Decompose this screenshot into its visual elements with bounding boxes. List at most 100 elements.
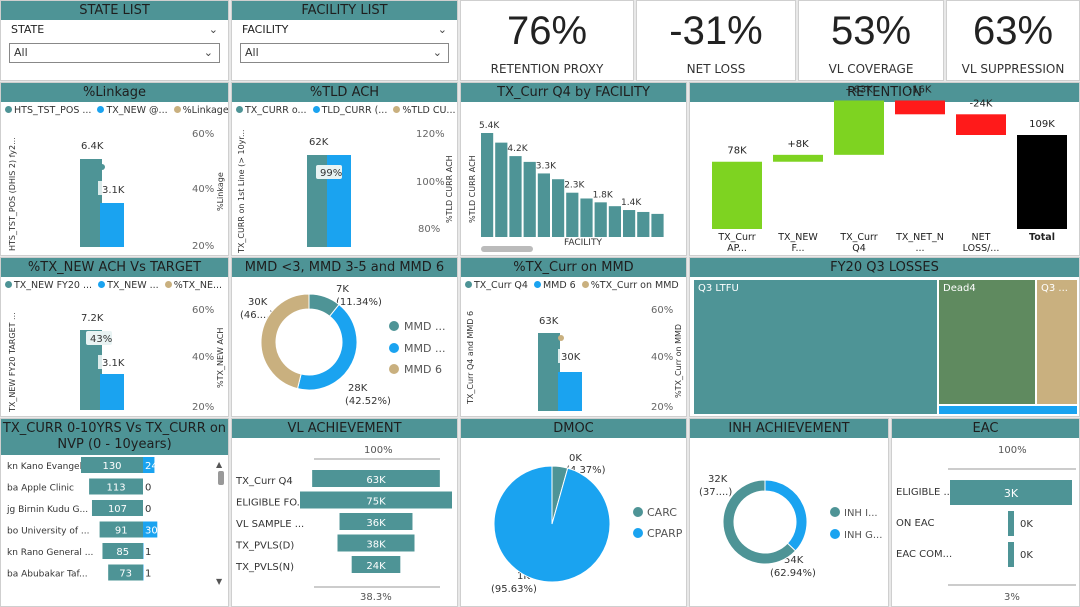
eac-chart[interactable]: EAC 100% 3% ELIGIBLE ... 3K ON EAC 0K EAC CO… (891, 418, 1080, 607)
eac-top-label: 100% (998, 445, 1027, 456)
nvp-facility-name: ba Apple Clinic (7, 484, 74, 494)
waterfall-category: TX_NET_N (895, 232, 944, 243)
dmoc-legend-item: CARC (647, 506, 677, 519)
facility-bar (523, 161, 536, 237)
waterfall-label: +63K (845, 85, 873, 96)
facility-bar (637, 211, 650, 237)
state-dropdown[interactable]: All ⌄ (9, 43, 220, 63)
treemap-cell-small[interactable] (939, 406, 1077, 414)
waterfall-category: TX_Curr (717, 232, 755, 243)
vl-achievement-chart[interactable]: VL ACHIEVEMENT 100% 38.3% TX_Curr Q4 63K E… (231, 418, 458, 607)
kpi-value: 53% (830, 9, 912, 53)
facility-slicer[interactable]: FACILITY LIST FACILITY ⌄ All ⌄ (231, 0, 458, 81)
tld-chart[interactable]: %TLD ACH TX_CURR o... TLD_CURR (... %TLD… (231, 82, 458, 256)
nvp-chart[interactable]: TX_CURR 0-10YRS Vs TX_CURR on NVP (0 - 1… (0, 418, 229, 607)
kpi-label: RETENTION PROXY (490, 62, 604, 76)
linkage-bar1-label: 6.4K (81, 141, 104, 152)
losses-treemap[interactable]: FY20 Q3 LOSSES Q3 LTFU Dead4 Q3 ... (689, 257, 1080, 417)
waterfall-category: AP... (727, 243, 747, 254)
vl-category: ELIGIBLE FO... (236, 498, 306, 509)
eac-category: EAC COM... (896, 549, 952, 560)
facility-label: FACILITY (242, 23, 289, 36)
txcurr-mmd-ylabel-left: TX_Curr Q4 and MMD 6 (466, 311, 475, 405)
inh-label: 32K (708, 474, 728, 485)
linkage-ylabel-right: %Linkage (216, 172, 225, 211)
facility-bar (623, 210, 636, 237)
txcurr-facility-ylabel: %TLD CURR ACH (468, 155, 477, 223)
txcurr-mmd-tick: 20% (651, 402, 673, 413)
facility-bar-label: 1.8K (593, 190, 614, 200)
treemap-cell-dead[interactable]: Dead4 (939, 280, 1035, 404)
nvp-value: 24 (145, 461, 158, 472)
txnew-pct-label: 43% (90, 334, 112, 345)
facility-value: All (245, 46, 259, 59)
tld-ylabel-left: TX_CURR on 1st Line (> 10yr... (237, 129, 246, 254)
eac-bar-label: 0K (1020, 550, 1033, 561)
vl-category: TX_Curr Q4 (235, 476, 293, 487)
linkage-chart[interactable]: %Linkage HTS_TST_POS ... TX_NEW @... %Li… (0, 82, 229, 256)
nvp-value: 113 (107, 483, 126, 494)
chevron-down-icon[interactable]: ⌄ (438, 23, 447, 36)
chevron-down-icon[interactable]: ⌄ (209, 23, 218, 36)
waterfall-label: 109K (1029, 119, 1055, 130)
mmd-legend-item: MMD ... (404, 320, 445, 333)
tld-pct-label: 99% (320, 168, 342, 179)
eac-category: ON EAC (896, 518, 935, 529)
linkage-bar-hts (80, 159, 102, 247)
facility-bar-label: 1.4K (621, 198, 642, 208)
facility-bar (594, 202, 607, 237)
retention-chart[interactable]: RETENTION 78K TX_Curr AP... +8K TX_NEW F... +6… (689, 82, 1080, 256)
treemap-cell-other[interactable]: Q3 ... (1037, 280, 1077, 404)
vl-bar-label: 24K (366, 561, 386, 572)
inh-donut[interactable]: INH ACHIEVEMENT 32K (37....) 54K (62.94%… (689, 418, 889, 607)
nvp-facility-name: kn Rano General ... (7, 548, 93, 558)
facility-bar-label: 2.3K (564, 181, 585, 191)
waterfall-category: LOSS/... (963, 243, 1000, 254)
facility-dropdown[interactable]: All ⌄ (240, 43, 449, 63)
mmd-label: 7K (336, 284, 349, 295)
nvp-value: 73 (119, 569, 132, 580)
facility-bar (651, 213, 664, 237)
kpi-label: VL COVERAGE (828, 62, 914, 76)
txnew-tick: 40% (192, 352, 214, 363)
facility-bar (537, 173, 550, 237)
inh-slice (764, 479, 808, 552)
linkage-point (99, 164, 105, 170)
txcurr-facility-chart[interactable]: TX_Curr Q4 by FACILITY %TLD CURR ACH FAC… (460, 82, 687, 256)
nvp-value: 0 (145, 504, 151, 515)
facility-bar (495, 142, 508, 237)
mmd-donut[interactable]: MMD <3, MMD 3-5 and MMD 6 7K (11.34%) 28… (231, 257, 458, 417)
txnew-bar-actual (100, 374, 124, 410)
dmoc-legend-item: CPARP (647, 527, 683, 540)
vl-category: TX_PVLS(D) (235, 541, 294, 552)
nvp-facility-name: bo University of ... (7, 527, 89, 537)
txnew-ylabel-left: TX_NEW FY20 TARGET ... (8, 312, 17, 413)
dmoc-label: 0K (569, 453, 582, 464)
facility-bar-label: 4.2K (507, 144, 528, 154)
eac-bar (1008, 542, 1014, 567)
dmoc-pie[interactable]: DMOC 0K (4.37%) 1K (95.63%) CARC CPARP (460, 418, 687, 607)
waterfall-label: 78K (727, 146, 747, 157)
nvp-facility-name: kn Kano Evangeli... (7, 462, 93, 472)
txnew-ach-chart[interactable]: %TX_NEW ACH Vs TARGET TX_NEW FY20 ... TX… (0, 257, 229, 417)
waterfall-label: -16K (909, 85, 932, 96)
txcurr-mmd-chart[interactable]: %TX_Curr on MMD TX_Curr Q4 MMD 6 %TX_Cur… (460, 257, 687, 417)
tld-tick: 120% (416, 129, 445, 140)
facility-bar (481, 133, 494, 237)
state-slicer-title: STATE LIST (1, 1, 228, 20)
kpi-value: 76% (506, 9, 588, 53)
scroll-up-icon: ▲ (216, 460, 223, 469)
scrollbar (481, 246, 533, 252)
treemap-cell-ltfu[interactable]: Q3 LTFU (694, 280, 937, 414)
state-slicer[interactable]: STATE LIST STATE ⌄ All ⌄ (0, 0, 229, 81)
state-value: All (14, 46, 28, 59)
scrollbar (218, 471, 224, 485)
linkage-ylabel-left: HTS_TST_POS (DHIS 2) fy2... (8, 137, 17, 251)
linkage-tick: 60% (192, 129, 214, 140)
linkage-tick: 20% (192, 241, 214, 252)
eac-bar-label: 0K (1020, 519, 1033, 530)
inh-legend-item: INH I... (844, 508, 878, 519)
waterfall-category: F... (792, 243, 805, 254)
waterfall-category: NET (972, 232, 991, 243)
chevron-down-icon: ⌄ (432, 46, 442, 59)
